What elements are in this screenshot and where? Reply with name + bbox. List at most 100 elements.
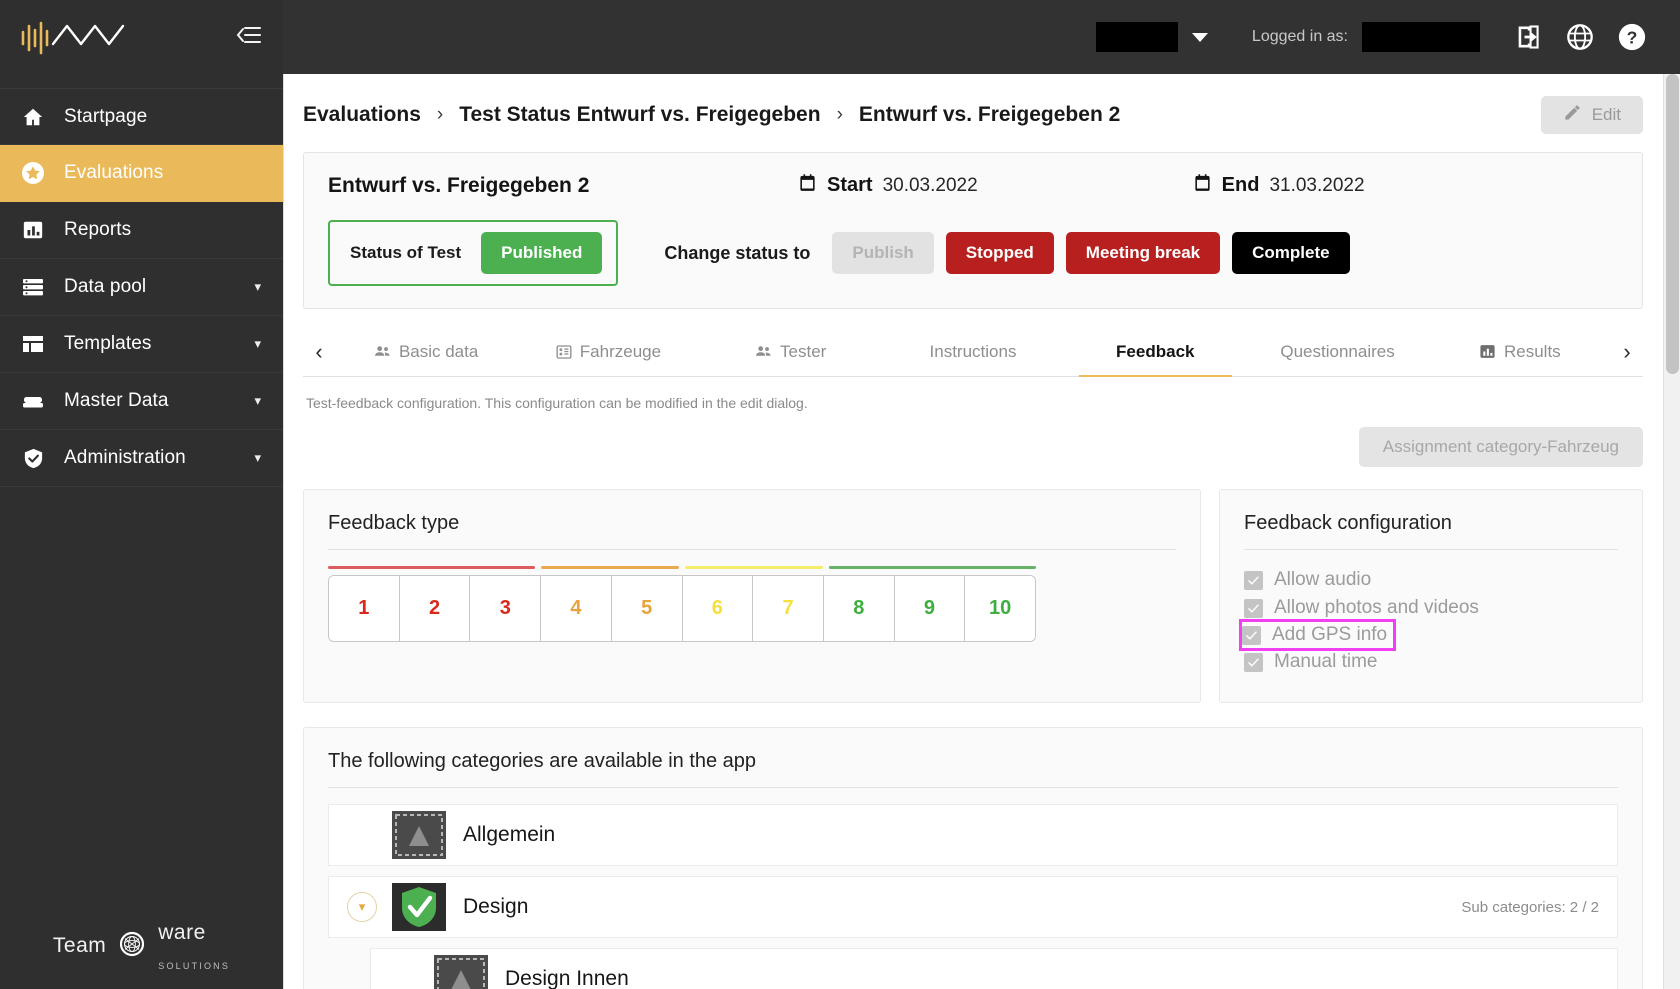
scale-cell-8[interactable]: 8	[823, 576, 895, 641]
sidebar-header	[0, 0, 283, 74]
bar-chart-icon	[1479, 343, 1496, 360]
sidebar-item-reports[interactable]: Reports	[0, 202, 283, 259]
config-item-label: Allow audio	[1274, 569, 1372, 590]
publish-button[interactable]: Publish	[832, 232, 934, 274]
categories-card: The following categories are available i…	[303, 727, 1643, 989]
sidebar-item-label: Data pool	[64, 276, 147, 297]
complete-button[interactable]: Complete	[1232, 232, 1350, 274]
feedback-type-title: Feedback type	[328, 512, 460, 534]
tab-questionnaires[interactable]: Questionnaires	[1246, 327, 1428, 377]
collapse-sidebar-icon[interactable]	[235, 24, 261, 51]
scale-cell-7[interactable]: 7	[753, 576, 824, 641]
database-list-icon	[20, 276, 46, 298]
sidebar-item-label: Administration	[64, 447, 186, 468]
tenant-select[interactable]	[1095, 22, 1208, 52]
scale-segment-green	[829, 566, 1036, 569]
tab-label: Feedback	[1116, 341, 1195, 361]
tab-basic-data[interactable]: Basic data	[335, 327, 517, 377]
chevron-down-icon: ▾	[254, 279, 261, 294]
stopped-button[interactable]: Stopped	[945, 232, 1054, 274]
scale-cell-6[interactable]: 6	[682, 576, 754, 641]
tab-instructions[interactable]: Instructions	[882, 327, 1064, 377]
tab-tester[interactable]: Tester	[700, 327, 882, 377]
category-row-design[interactable]: ▾ Design Sub categories: 2 / 2	[328, 876, 1618, 938]
feedback-configuration-title: Feedback configuration	[1244, 512, 1452, 534]
sidebar-item-templates[interactable]: Templates ▾	[0, 316, 283, 373]
layout-template-icon	[20, 334, 46, 354]
change-status-label: Change status to	[664, 242, 811, 263]
sidebar-item-evaluations[interactable]: Evaluations	[0, 145, 283, 202]
shield-check-icon	[20, 447, 46, 470]
page-scrollbar[interactable]	[1663, 74, 1680, 989]
scale-cell-1[interactable]: 1	[329, 576, 400, 641]
pencil-icon	[1563, 103, 1582, 127]
checkbox-checked-icon	[1244, 570, 1263, 590]
status-of-test-label: Status of Test	[350, 243, 462, 262]
scale-cell-9[interactable]: 9	[894, 576, 966, 641]
edit-button[interactable]: Edit	[1540, 96, 1643, 134]
logged-in-user-redacted	[1362, 22, 1480, 52]
logout-icon[interactable]	[1502, 0, 1554, 74]
sidebar-item-startpage[interactable]: Startpage	[0, 88, 283, 145]
status-of-test-pill: Status of Test Published	[328, 220, 619, 286]
people-icon	[374, 344, 391, 359]
sidebar-item-administration[interactable]: Administration ▾	[0, 430, 283, 487]
breadcrumb-item-test-status[interactable]: Test Status Entwurf vs. Freigegeben	[459, 103, 820, 127]
chevron-down-icon: ▾	[254, 336, 261, 351]
tab-label: Questionnaires	[1280, 341, 1395, 361]
status-card: Entwurf vs. Freigegeben 2 Start 30.03.20…	[303, 152, 1643, 309]
divider	[328, 549, 1176, 550]
sidebar-item-data-pool[interactable]: Data pool ▾	[0, 259, 283, 316]
categories-title: The following categories are available i…	[328, 750, 757, 772]
home-icon	[20, 106, 46, 128]
placeholder-image-icon	[433, 954, 489, 989]
chevron-left-icon[interactable]: ‹	[303, 339, 335, 365]
waveform-mountain-logo[interactable]	[20, 18, 130, 56]
globe-icon[interactable]	[1554, 0, 1606, 74]
checkbox-checked-icon	[1244, 652, 1263, 672]
help-icon[interactable]: ?	[1606, 0, 1658, 74]
config-item-label: Allow photos and videos	[1274, 597, 1479, 618]
sidebar-item-label: Startpage	[64, 105, 148, 127]
scale-cell-10[interactable]: 10	[965, 576, 1035, 641]
scale-cell-4[interactable]: 4	[541, 576, 612, 641]
bar-chart-icon	[20, 219, 46, 241]
tenant-value-redacted	[1095, 22, 1178, 52]
car-card-icon	[556, 344, 572, 360]
content-frame: Evaluations › Test Status Entwurf vs. Fr…	[283, 74, 1663, 989]
status-badge: Published	[481, 232, 603, 274]
checkbox-checked-icon	[1244, 598, 1263, 618]
config-item-allow-audio[interactable]: Allow audio	[1244, 566, 1618, 594]
config-item-label: Manual time	[1274, 651, 1378, 672]
config-item-manual-time[interactable]: Manual time	[1244, 648, 1618, 676]
scale-cell-2[interactable]: 2	[399, 576, 471, 641]
feedback-type-panel: Feedback type 1 2 3 4 5 6 7 8 9 10	[303, 489, 1201, 703]
category-row-design-innen[interactable]: Design Innen	[370, 948, 1618, 989]
category-row-allgemein[interactable]: Allgemein	[328, 804, 1618, 866]
tab-fahrzeuge[interactable]: Fahrzeuge	[517, 327, 699, 377]
tab-results[interactable]: Results	[1429, 327, 1611, 377]
scale-cell-3[interactable]: 3	[470, 576, 542, 641]
end-date-group: End 31.03.2022	[1193, 173, 1365, 198]
breadcrumb-item-evaluations[interactable]: Evaluations	[303, 103, 421, 127]
sidebar-item-master-data[interactable]: Master Data ▾	[0, 373, 283, 430]
scrollbar-thumb[interactable]	[1666, 74, 1679, 374]
panels-row: Feedback type 1 2 3 4 5 6 7 8 9 10 Feedb…	[284, 467, 1663, 703]
logged-in-label: Logged in as:	[1251, 28, 1348, 45]
tab-label: Instructions	[929, 341, 1017, 361]
people-icon	[755, 344, 772, 359]
meeting-break-button[interactable]: Meeting break	[1065, 232, 1221, 274]
sidebar-item-label: Reports	[64, 219, 132, 240]
config-item-allow-photos-and-videos[interactable]: Allow photos and videos	[1244, 594, 1618, 622]
chevron-down-icon[interactable]: ▾	[347, 892, 377, 922]
sofa-icon	[20, 391, 46, 411]
config-item-add-gps-info[interactable]: Add GPS info	[1238, 619, 1397, 651]
chevron-right-icon[interactable]: ›	[1611, 339, 1643, 365]
scale-cell-5[interactable]: 5	[611, 576, 683, 641]
assignment-category-fahrzeug-button[interactable]: Assignment category-Fahrzeug	[1358, 427, 1643, 467]
tab-feedback[interactable]: Feedback	[1064, 327, 1246, 377]
breadcrumb-item-current: Entwurf vs. Freigegeben 2	[858, 103, 1121, 126]
scale-segment-red	[328, 566, 535, 569]
teamware-logo: Team ware SOLUTIONS	[53, 921, 230, 971]
category-meta: Sub categories: 2 / 2	[1461, 898, 1599, 916]
